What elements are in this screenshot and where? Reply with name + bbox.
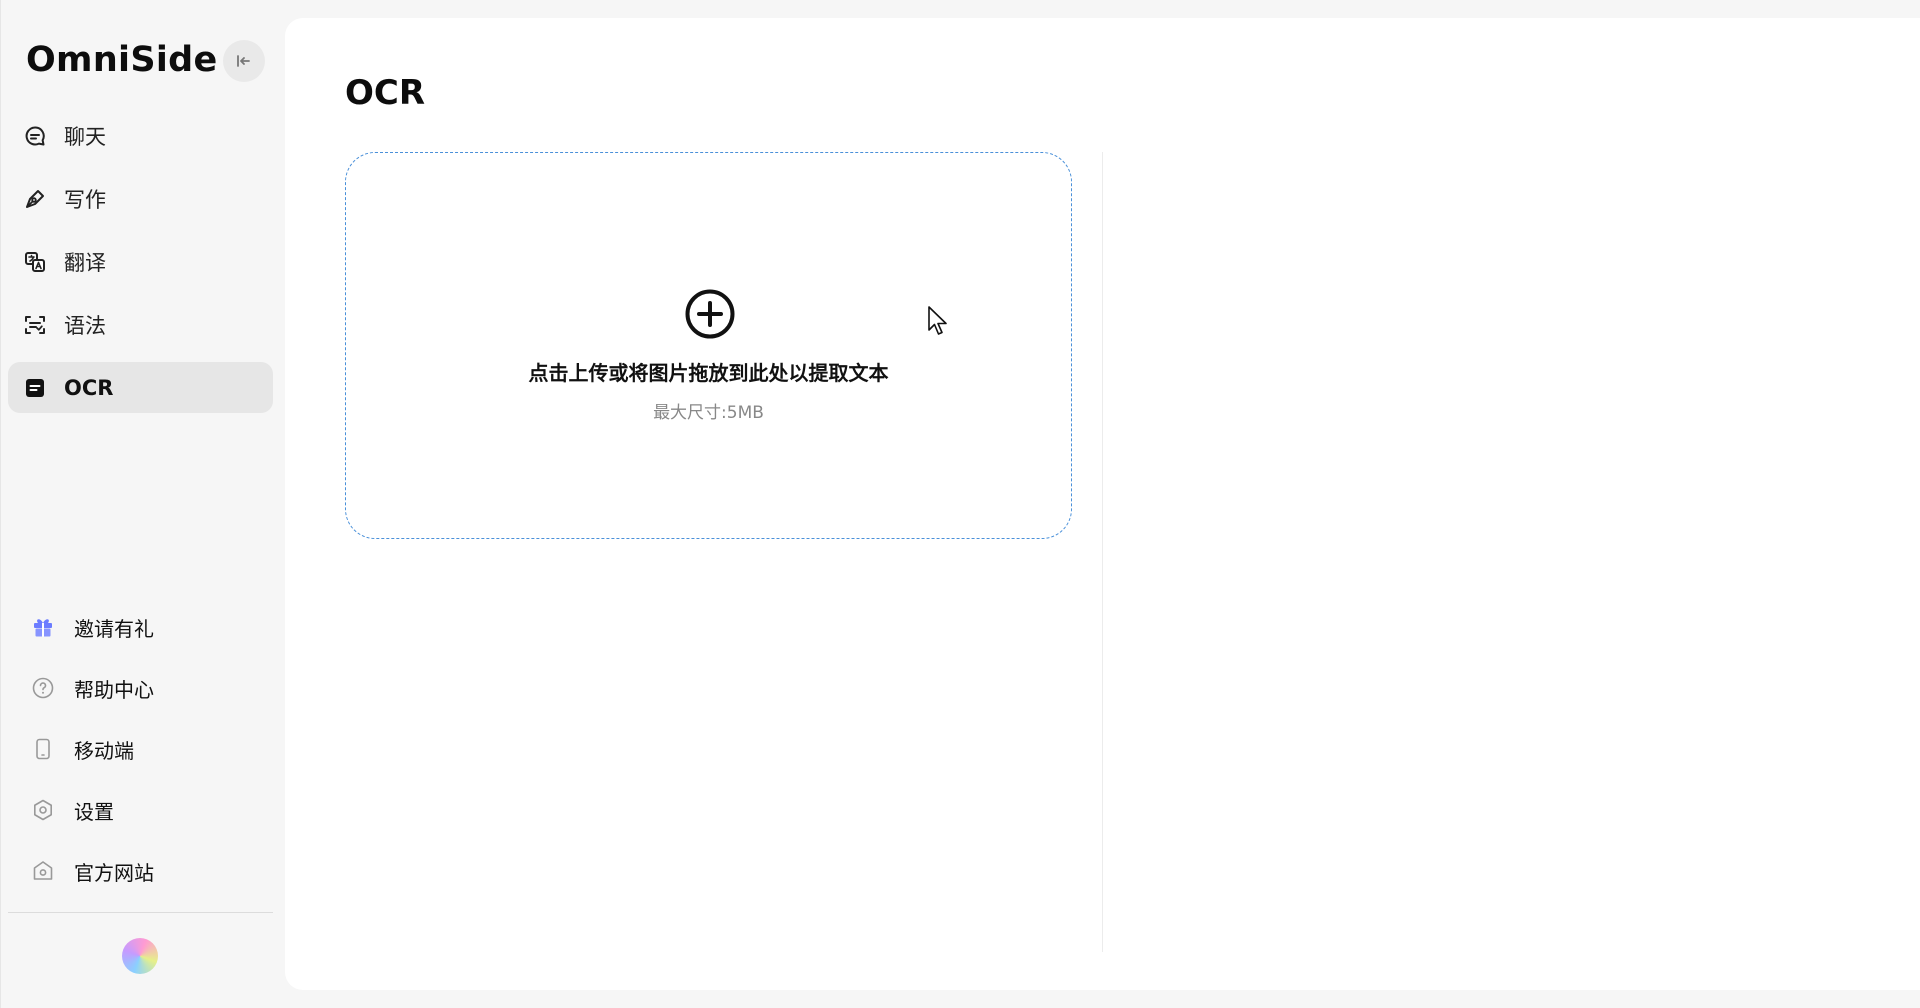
- nav-item-grammar[interactable]: 语法: [8, 299, 273, 350]
- nav-item-label: 聊天: [64, 124, 106, 149]
- nav-item-chat[interactable]: 聊天: [8, 110, 273, 161]
- nav-item-help[interactable]: 帮助中心: [8, 663, 273, 713]
- gift-icon: [30, 614, 56, 640]
- settings-icon: [30, 797, 56, 823]
- nav-item-label: 翻译: [64, 250, 106, 275]
- nav-item-website[interactable]: 官方网站: [8, 846, 273, 896]
- upload-size-limit: 最大尺寸:5MB: [653, 403, 764, 423]
- plus-circle-icon: [685, 289, 735, 339]
- page-title: OCR: [345, 73, 426, 113]
- ocr-result-pane: [1103, 152, 1913, 952]
- nav-item-label: 设置: [74, 799, 114, 824]
- nav-item-label: 语法: [64, 313, 106, 338]
- nav-item-label: 官方网站: [74, 860, 154, 885]
- nav-item-label: OCR: [64, 375, 114, 400]
- sidebar-divider: [8, 912, 273, 913]
- nav-item-label: 写作: [64, 187, 106, 212]
- brand-logo: OmniSide: [26, 40, 218, 80]
- nav-item-invite[interactable]: 邀请有礼: [8, 602, 273, 652]
- nav-item-label: 邀请有礼: [74, 616, 154, 641]
- help-icon: [30, 675, 56, 701]
- chat-icon: [22, 123, 48, 149]
- grammar-scan-icon: [22, 312, 48, 338]
- nav-item-label: 帮助中心: [74, 677, 154, 702]
- nav-item-label: 移动端: [74, 738, 134, 763]
- mouse-cursor-icon: [928, 306, 947, 335]
- nav-item-mobile[interactable]: 移动端: [8, 724, 273, 774]
- nav-item-settings[interactable]: 设置: [8, 785, 273, 835]
- sidebar: OmniSide 聊天 写作 翻译 语法 OCR 邀请有礼 帮助中心 移动端 设…: [0, 0, 285, 1008]
- collapse-sidebar-button[interactable]: [223, 40, 265, 82]
- user-avatar[interactable]: [122, 938, 158, 974]
- bottom-nav: 邀请有礼 帮助中心 移动端 设置 官方网站: [8, 602, 273, 907]
- pen-icon: [22, 186, 48, 212]
- nav-item-ocr[interactable]: OCR: [8, 362, 273, 413]
- translate-icon: [22, 249, 48, 275]
- app-window: OmniSide 聊天 写作 翻译 语法 OCR 邀请有礼 帮助中心 移动端 设…: [0, 0, 1920, 1008]
- collapse-left-icon: [237, 55, 250, 67]
- upload-instruction: 点击上传或将图片拖放到此处以提取文本: [528, 361, 889, 385]
- mobile-icon: [30, 736, 56, 762]
- main-panel: OCR 点击上传或将图片拖放到此处以提取文本 最大尺寸:5MB: [285, 18, 1920, 990]
- upload-dropzone[interactable]: 点击上传或将图片拖放到此处以提取文本 最大尺寸:5MB: [345, 152, 1072, 539]
- nav-item-translate[interactable]: 翻译: [8, 236, 273, 287]
- ocr-doc-icon: [22, 375, 48, 401]
- nav-item-writing[interactable]: 写作: [8, 173, 273, 224]
- website-icon: [30, 858, 56, 884]
- main-nav: 聊天 写作 翻译 语法 OCR: [8, 110, 273, 425]
